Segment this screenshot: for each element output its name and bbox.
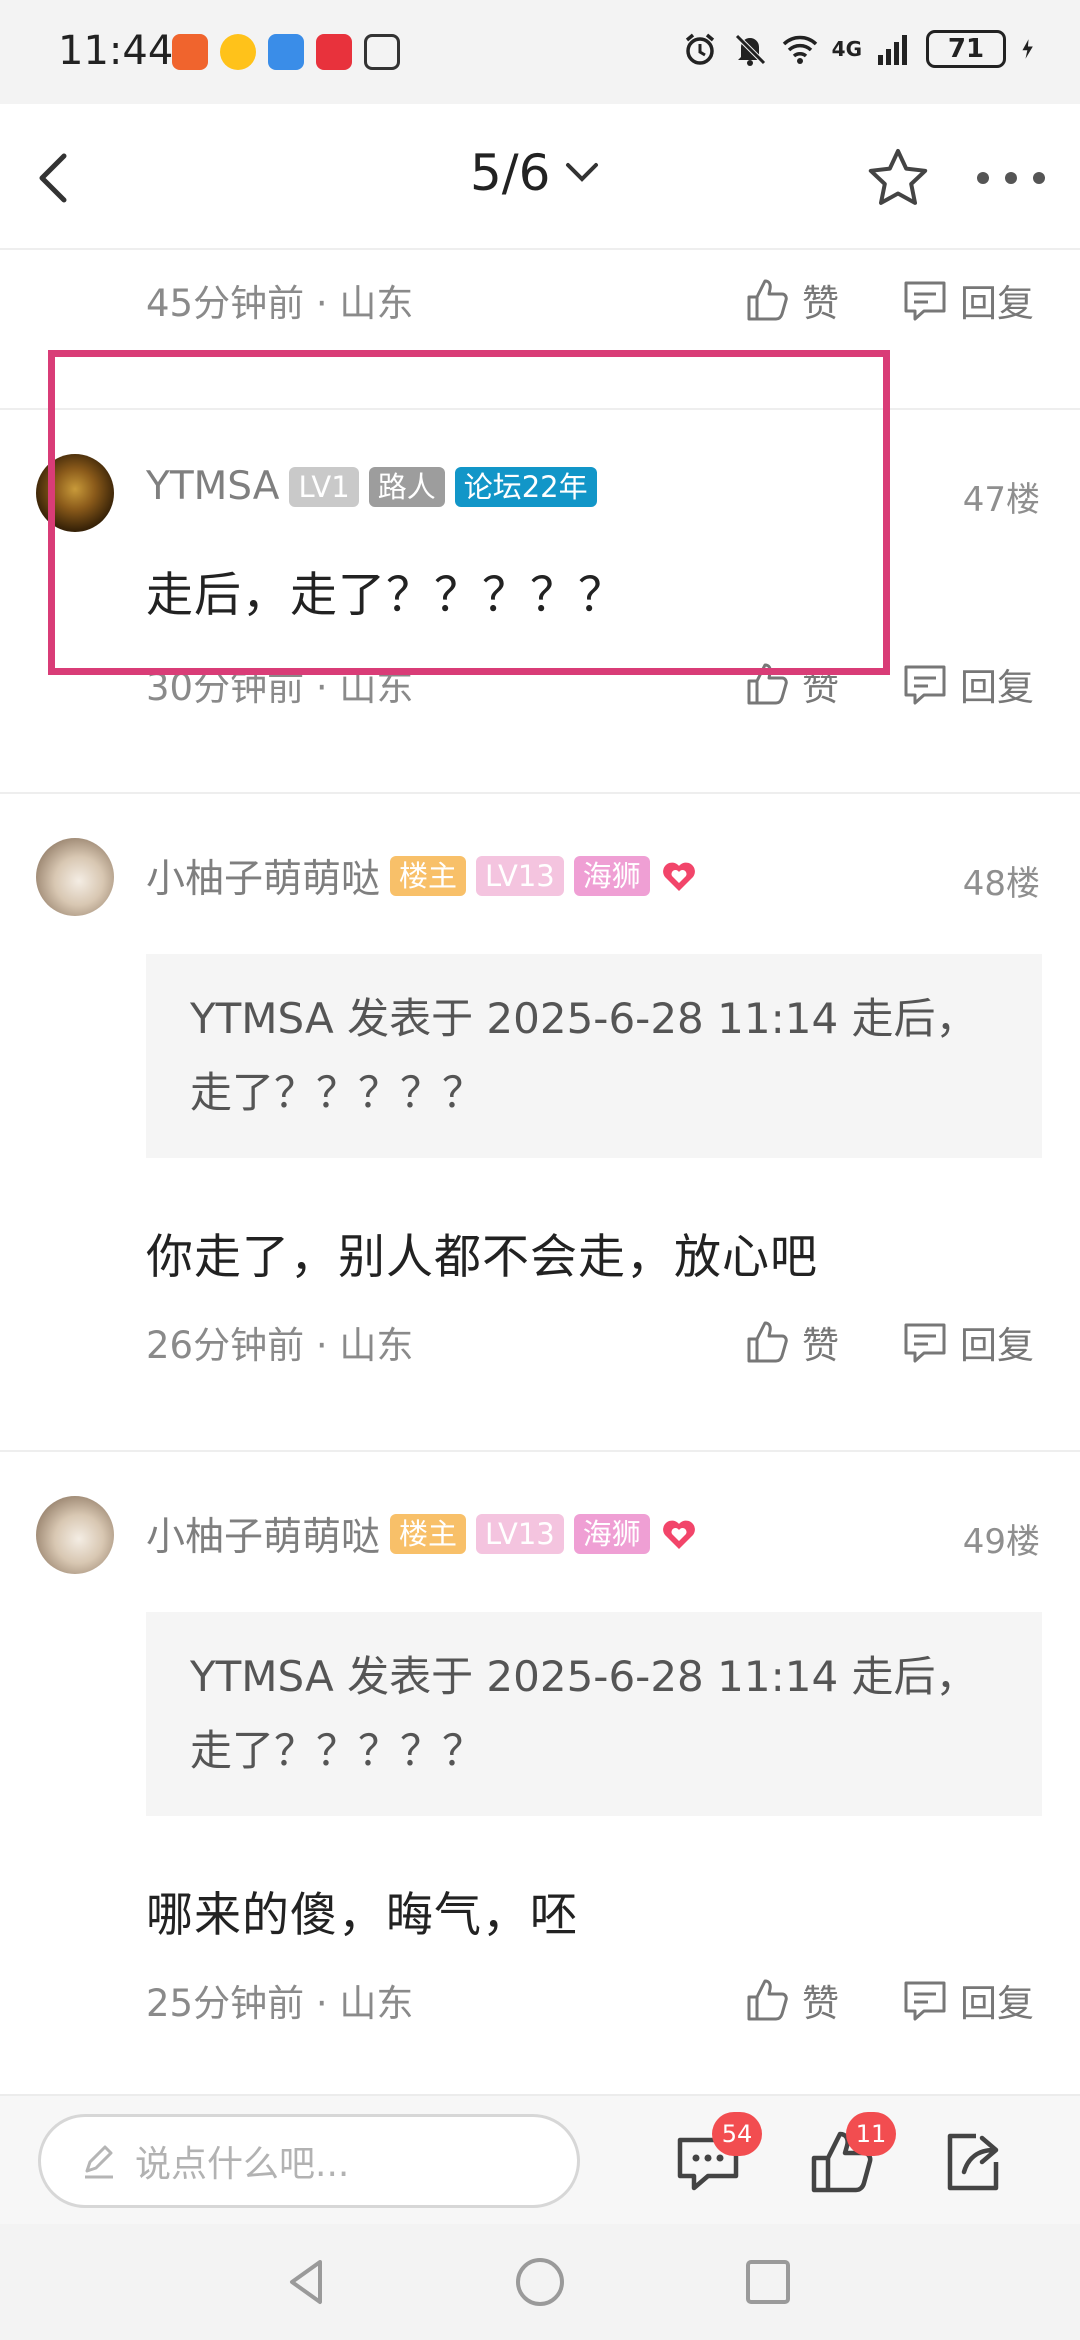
app-1-icon xyxy=(172,34,208,70)
like-label: 赞 xyxy=(802,282,839,325)
signal-icon xyxy=(878,35,907,65)
comment-input[interactable]: 说点什么吧... xyxy=(38,2114,580,2208)
reply-label: 回复 xyxy=(960,1324,1034,1367)
battery-indicator: 71 xyxy=(926,30,1006,68)
highlight-box xyxy=(48,350,890,675)
avatar[interactable] xyxy=(36,1496,114,1574)
post-49-meta: 25分钟前 · 山东 赞 回复 xyxy=(146,1970,1046,2030)
like-label: 赞 xyxy=(802,1982,839,2025)
app-4-icon xyxy=(316,34,352,70)
pencil-icon xyxy=(85,2145,113,2179)
post-time-location: 45分钟前 · 山东 xyxy=(146,282,414,325)
status-indicators: 4G 71 xyxy=(682,30,1042,68)
reply-button[interactable]: 回复 xyxy=(900,657,1034,711)
previous-post-meta: 45分钟前 · 山东 赞 回复 xyxy=(146,270,1046,330)
quoted-post: YTMSA 发表于 2025-6-28 11:14 走后，走了？？？？？ xyxy=(146,1612,1042,1816)
more-options-icon[interactable] xyxy=(974,166,1048,190)
system-navigation-bar xyxy=(0,2224,1080,2340)
level-badge: LV13 xyxy=(476,1514,564,1554)
like-button[interactable]: 赞 xyxy=(742,1315,839,1369)
wifi-icon xyxy=(782,35,817,64)
post-content: 哪来的傻，晦气，呸 xyxy=(146,1888,578,1943)
bottom-action-bar: 说点什么吧... 54 11 xyxy=(0,2094,1080,2224)
post-time-location: 25分钟前 · 山东 xyxy=(146,1982,414,2025)
like-button[interactable]: 赞 xyxy=(742,1973,839,2027)
thumbs-up-icon xyxy=(747,1321,788,1363)
post-author: 小柚子萌萌哒 楼主 LV13 海狮 xyxy=(146,1506,698,1562)
comment-count-badge: 54 xyxy=(712,2112,762,2156)
thumbs-up-icon xyxy=(747,279,788,321)
back-arrow-icon[interactable] xyxy=(28,148,84,208)
star-icon[interactable] xyxy=(866,146,930,210)
avatar[interactable] xyxy=(36,838,114,916)
reply-label: 回复 xyxy=(960,1982,1034,2025)
post-author: 小柚子萌萌哒 楼主 LV13 海狮 xyxy=(146,848,698,904)
page-indicator: 5/6 xyxy=(470,144,551,202)
floor-number: 48楼 xyxy=(962,864,1040,904)
nfc-icon xyxy=(364,34,400,70)
network-type: 4G xyxy=(831,37,862,61)
floor-number: 49楼 xyxy=(962,1522,1040,1562)
rank-badge: 海狮 xyxy=(573,856,650,896)
share-icon xyxy=(947,2133,999,2191)
quoted-post: YTMSA 发表于 2025-6-28 11:14 走后，走了？？？？？ xyxy=(146,954,1042,1158)
heart-badge-icon xyxy=(662,862,695,891)
owner-badge: 楼主 xyxy=(390,1514,467,1554)
username[interactable]: 小柚子萌萌哒 xyxy=(146,1506,380,1562)
comment-icon xyxy=(904,1323,946,1363)
comment-icon xyxy=(904,281,946,321)
share-button[interactable] xyxy=(936,2126,1008,2198)
reply-label: 回复 xyxy=(960,282,1034,325)
app-3-icon xyxy=(268,34,304,70)
like-label: 赞 xyxy=(802,1324,839,1367)
weibo-icon xyxy=(220,34,256,70)
post-content: 你走了，别人都不会走，放心吧 xyxy=(146,1230,818,1285)
like-button[interactable]: 赞 xyxy=(742,273,839,327)
status-time: 11:44 xyxy=(58,28,174,74)
status-bar: 11:44 4G 71 xyxy=(0,0,1080,104)
comment-icon xyxy=(904,1981,946,2021)
reply-button[interactable]: 回复 xyxy=(900,1315,1034,1369)
back-triangle-icon[interactable] xyxy=(280,2254,336,2310)
owner-badge: 楼主 xyxy=(390,856,467,896)
thumbs-up-icon xyxy=(747,1979,788,2021)
comment-icon xyxy=(904,665,946,705)
heart-badge-icon xyxy=(662,1520,695,1549)
comments-button[interactable]: 54 xyxy=(672,2112,762,2198)
comment-placeholder: 说点什么吧... xyxy=(135,2144,350,2185)
home-circle-icon[interactable] xyxy=(512,2254,568,2310)
like-post-button[interactable]: 11 xyxy=(806,2112,896,2198)
level-badge: LV13 xyxy=(476,856,564,896)
reply-button[interactable]: 回复 xyxy=(900,1973,1034,2027)
rank-badge: 海狮 xyxy=(573,1514,650,1554)
alarm-icon xyxy=(685,33,714,65)
recents-square-icon[interactable] xyxy=(740,2254,796,2310)
mute-bell-icon xyxy=(733,33,766,66)
reply-button[interactable]: 回复 xyxy=(900,273,1034,327)
top-nav-bar: 5/6 xyxy=(0,104,1080,250)
status-app-icons xyxy=(172,34,400,70)
floor-number: 47楼 xyxy=(962,480,1040,520)
reply-label: 回复 xyxy=(960,666,1034,709)
page-selector[interactable]: 5/6 xyxy=(470,144,602,202)
chevron-down-icon xyxy=(566,163,599,182)
post-48-meta: 26分钟前 · 山东 赞 回复 xyxy=(146,1312,1046,1372)
charging-icon xyxy=(1022,39,1033,59)
username[interactable]: 小柚子萌萌哒 xyxy=(146,848,380,904)
like-count-badge: 11 xyxy=(846,2112,896,2156)
post-time-location: 26分钟前 · 山东 xyxy=(146,1324,414,1367)
